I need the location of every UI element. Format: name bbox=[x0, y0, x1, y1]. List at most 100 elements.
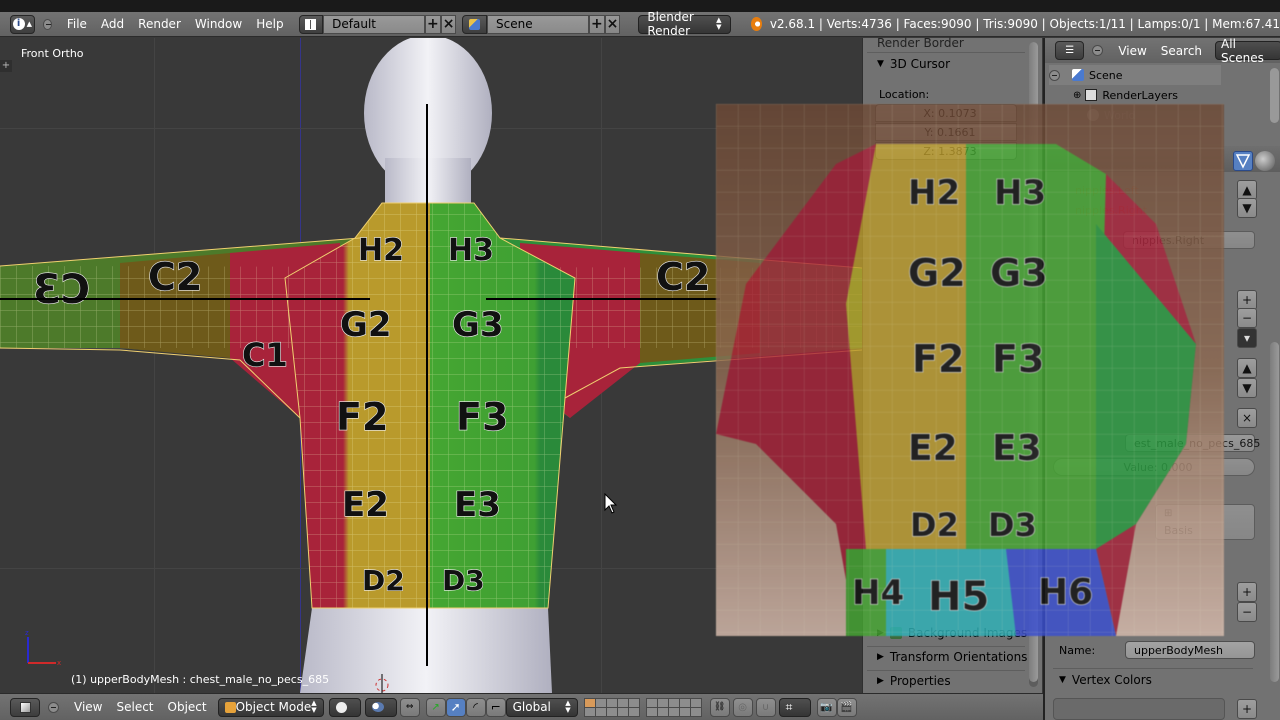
blend-fields[interactable]: ⊞ Basis bbox=[1155, 504, 1255, 540]
scene-browse[interactable] bbox=[462, 14, 488, 34]
vertex-colors-panel-header[interactable]: ▼ Vertex Colors bbox=[1045, 669, 1245, 691]
rotate-manipulator-button[interactable]: ◜ bbox=[465, 697, 486, 717]
uv-label-g2: G2 bbox=[340, 305, 392, 345]
outliner-menu-view[interactable]: View bbox=[1111, 44, 1153, 58]
expanded-triangle-icon: ▼ bbox=[1059, 675, 1066, 685]
shape-down-button[interactable]: ▼ bbox=[1237, 378, 1257, 398]
manipulate-center-button[interactable]: ⇔ bbox=[399, 697, 420, 717]
render-engine-select[interactable]: Blender Render ▲ ▼ bbox=[638, 10, 731, 38]
mannequin-model[interactable]: H2 H3 G2 G3 F2 F3 E2 E3 D2 D3 C3 C2 C1 C… bbox=[0, 38, 862, 693]
shape-up-button[interactable]: ▲ bbox=[1237, 358, 1257, 378]
cursor-x-field[interactable]: X: 0.1073 bbox=[875, 104, 1017, 122]
viewport-shading-select[interactable] bbox=[328, 697, 361, 717]
shape-key-specials-button[interactable]: ▾ bbox=[1237, 328, 1257, 348]
menu-add[interactable]: Add bbox=[94, 17, 131, 31]
cursor-y-field[interactable]: Y: 0.1661 bbox=[875, 123, 1017, 141]
snap-element-select[interactable]: ⌗ bbox=[778, 697, 811, 717]
collapse-icon[interactable] bbox=[1049, 69, 1060, 81]
scene-field[interactable]: Scene bbox=[487, 14, 589, 34]
snap-toggle[interactable]: ∪ bbox=[755, 697, 776, 717]
transform-orientation-select[interactable]: Global ▲ ▼ bbox=[505, 697, 578, 717]
screen-layout-browse[interactable] bbox=[298, 14, 324, 34]
3d-cursor-panel-header[interactable]: ▼ 3D Cursor bbox=[863, 53, 1028, 75]
menu-help[interactable]: Help bbox=[249, 17, 290, 31]
move-down-button[interactable]: ▼ bbox=[1237, 198, 1257, 218]
outliner-editor-type-button[interactable]: ☰ bbox=[1055, 41, 1085, 60]
interaction-mode-select[interactable]: Object Mode ▲ ▼ bbox=[217, 697, 324, 717]
outliner-menu-search[interactable]: Search bbox=[1154, 44, 1209, 58]
outliner-item-world[interactable]: World bbox=[1087, 105, 1280, 125]
3d-editor-type-button[interactable] bbox=[10, 697, 40, 717]
add-screen-button[interactable]: + bbox=[425, 14, 441, 34]
scene-layers-2[interactable] bbox=[645, 697, 702, 717]
info-icon: i bbox=[12, 18, 25, 30]
menu-render[interactable]: Render bbox=[131, 17, 188, 31]
outliner-scrollbar[interactable] bbox=[1270, 68, 1279, 123]
render-border-panel[interactable]: Render Border bbox=[863, 32, 1028, 54]
vertex-group-name-field[interactable]: nipples.Right bbox=[1123, 231, 1255, 249]
proportional-edit-button[interactable]: ◎ bbox=[732, 697, 753, 717]
view-menu[interactable]: View bbox=[67, 700, 109, 714]
outliner-item-scene[interactable]: Scene bbox=[1049, 65, 1221, 85]
lock-layers-button[interactable]: ⛓ bbox=[709, 697, 730, 717]
background-images-panel[interactable]: ▶ Background Images bbox=[863, 622, 1028, 644]
transform-orientations-panel[interactable]: ▶ Transform Orientations bbox=[863, 646, 1028, 668]
delete-screen-button[interactable]: × bbox=[440, 14, 457, 34]
mesh-data-tab[interactable] bbox=[1233, 151, 1253, 171]
menu-file[interactable]: File bbox=[60, 17, 94, 31]
close-icon: × bbox=[442, 16, 455, 32]
editor-type-button[interactable]: i ▲ bbox=[10, 14, 35, 34]
relative-key-field[interactable]: Basis bbox=[1164, 524, 1193, 537]
shape-key-name-field[interactable]: est_male_no_pecs_685 bbox=[1125, 434, 1260, 452]
clear-shape-button[interactable]: × bbox=[1237, 408, 1257, 428]
properties-panel[interactable]: ▶ Properties bbox=[863, 670, 1028, 692]
object-menu[interactable]: Object bbox=[161, 700, 214, 714]
panel-title: Render Border bbox=[877, 36, 964, 50]
add-uv-map-button[interactable]: + bbox=[1237, 582, 1257, 602]
translate-manipulator-button[interactable]: ➚ bbox=[445, 697, 466, 717]
add-scene-button[interactable]: + bbox=[588, 14, 605, 34]
menu-window[interactable]: Window bbox=[188, 17, 249, 31]
manipulator-toggle[interactable]: ↗ bbox=[425, 697, 446, 717]
3d-viewport[interactable]: H2 H3 G2 G3 F2 F3 E2 E3 D2 D3 C3 C2 C1 C… bbox=[0, 38, 862, 693]
move-up-button[interactable]: ▲ bbox=[1237, 180, 1257, 200]
shelf-scrollbar[interactable] bbox=[1029, 42, 1038, 687]
remove-uv-map-button[interactable]: − bbox=[1237, 602, 1257, 622]
select-menu[interactable]: Select bbox=[109, 700, 160, 714]
collapse-menu-icon[interactable] bbox=[48, 701, 59, 713]
outliner-item-renderlayers[interactable]: ⊕ RenderLayers bbox=[1073, 85, 1280, 105]
delete-scene-button[interactable]: × bbox=[604, 14, 621, 34]
toolshelf-toggle-icon[interactable]: + bbox=[0, 60, 12, 72]
lock-icon: ⛓ bbox=[713, 702, 726, 712]
uv-map-name-field[interactable]: upperBodyMesh bbox=[1125, 641, 1255, 659]
uv-label-d3: D3 bbox=[442, 564, 485, 597]
checkbox-icon[interactable] bbox=[889, 627, 902, 639]
scene-layers-1[interactable] bbox=[583, 697, 640, 717]
scale-manipulator-button[interactable]: ⌐ bbox=[485, 697, 506, 717]
shape-value-slider[interactable]: Value: 0.000 bbox=[1053, 458, 1255, 476]
outliner-display-filter[interactable]: All Scenes bbox=[1215, 37, 1280, 65]
scrollbar-thumb[interactable] bbox=[1029, 42, 1038, 682]
pivot-point-select[interactable] bbox=[364, 697, 397, 717]
add-vertex-color-button[interactable]: + bbox=[1237, 699, 1257, 719]
expand-icon[interactable]: ⊕ bbox=[1073, 90, 1081, 101]
opengl-render-button[interactable]: 📷 bbox=[816, 697, 837, 717]
plus-icon: + bbox=[1241, 293, 1253, 307]
vertex-group-item[interactable]: nipples.Left bbox=[1075, 184, 1139, 197]
collapsed-triangle-icon: ▶ bbox=[877, 676, 884, 686]
add-shape-key-button[interactable]: + bbox=[1237, 290, 1257, 310]
up-arrow-icon: ▲ bbox=[1242, 183, 1252, 197]
close-icon: × bbox=[1241, 411, 1253, 425]
collapse-menu-icon[interactable] bbox=[42, 18, 52, 30]
panel-title: Properties bbox=[889, 674, 951, 688]
properties-scrollbar[interactable] bbox=[1270, 342, 1279, 682]
remove-shape-key-button[interactable]: − bbox=[1237, 308, 1257, 328]
opengl-animation-button[interactable]: 🎬 bbox=[836, 697, 857, 717]
material-tab[interactable] bbox=[1255, 151, 1275, 171]
vertex-colors-list[interactable] bbox=[1053, 698, 1225, 720]
collapse-menu-icon[interactable] bbox=[1092, 45, 1104, 56]
cursor-z-field[interactable]: Z: 1.3873 bbox=[875, 142, 1017, 160]
screen-layout-field[interactable]: Default bbox=[323, 14, 426, 34]
vertex-group-item[interactable]: nipples.Right bbox=[1075, 204, 1147, 217]
minus-icon: − bbox=[1241, 605, 1253, 619]
